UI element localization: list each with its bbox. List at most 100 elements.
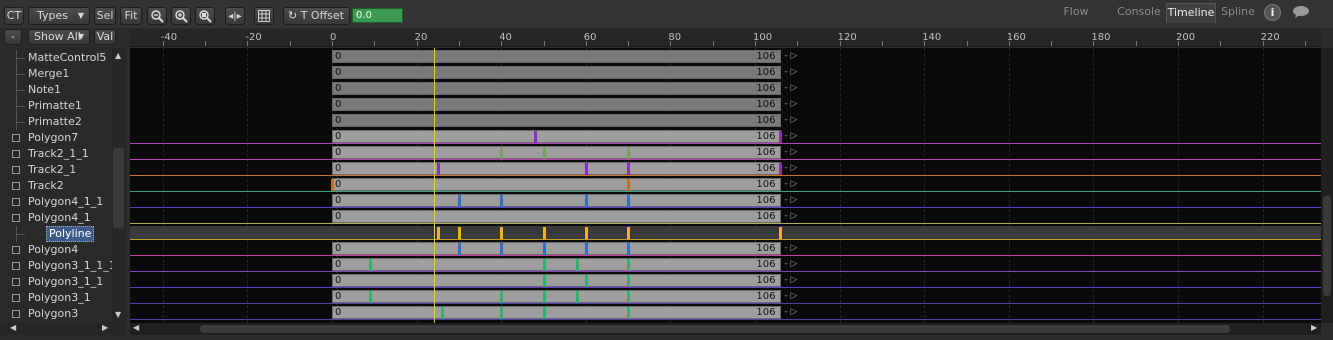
tree-item[interactable]: Polygon4_1 xyxy=(0,210,112,226)
keyframe[interactable] xyxy=(779,163,783,175)
time-bar[interactable] xyxy=(332,82,782,95)
keyframe[interactable] xyxy=(542,259,546,271)
keyframe[interactable] xyxy=(500,227,504,239)
keyframe[interactable] xyxy=(500,307,504,319)
keyframe[interactable] xyxy=(627,291,631,303)
tree-item[interactable]: Track2_1 xyxy=(0,162,112,178)
keyframe[interactable] xyxy=(584,275,588,287)
keyframe[interactable] xyxy=(534,131,538,143)
keyframe[interactable] xyxy=(369,291,373,303)
time-bar[interactable] xyxy=(332,98,782,111)
keyframe[interactable] xyxy=(779,227,783,239)
t-offset-input[interactable]: 0.0 xyxy=(352,8,403,23)
zoom-in-button[interactable] xyxy=(171,7,191,25)
extend-arrow-icon[interactable]: - ▷ xyxy=(784,66,797,79)
extend-arrow-icon[interactable]: - ▷ xyxy=(784,258,797,271)
time-bar[interactable] xyxy=(332,290,782,303)
sel-button[interactable]: Sel xyxy=(94,7,116,25)
timeline-area[interactable]: 0 106- ▷ 0 106- ▷ 0 106- ▷ 0 106- ▷ 0 106- ▷ 0 106-… xyxy=(130,48,1321,323)
keyframe[interactable] xyxy=(627,227,631,239)
timeline-hscroll-thumb[interactable] xyxy=(200,325,1230,333)
tab-console[interactable]: Console xyxy=(1113,3,1165,23)
expand-box-icon[interactable] xyxy=(12,310,20,318)
keyframe[interactable] xyxy=(627,307,631,319)
time-bar[interactable] xyxy=(332,66,782,79)
expand-box-icon[interactable] xyxy=(12,182,20,190)
scroll-right-icon[interactable]: ▶ xyxy=(102,323,108,332)
keyframe[interactable] xyxy=(627,195,631,207)
extend-arrow-icon[interactable]: - ▷ xyxy=(784,290,797,303)
scroll-left-icon[interactable]: ◀ xyxy=(10,323,16,332)
tree-item[interactable]: Track2_1_1 xyxy=(0,146,112,162)
tree-item[interactable]: Primatte1 xyxy=(0,98,112,114)
tree-item[interactable]: Polygon4_1_1 xyxy=(0,194,112,210)
tree-hscrollbar[interactable]: ◀ ▶ xyxy=(0,323,126,335)
extend-arrow-icon[interactable]: - ▷ xyxy=(784,98,797,111)
fit-button[interactable]: Fit xyxy=(120,7,142,25)
tree-scroll-thumb[interactable] xyxy=(113,148,124,228)
tree-item[interactable]: Polygon7 xyxy=(0,130,112,146)
extend-arrow-icon[interactable]: - ▷ xyxy=(784,210,797,223)
keyframe[interactable] xyxy=(584,163,588,175)
expand-box-icon[interactable] xyxy=(12,150,20,158)
tab-spline[interactable]: Spline xyxy=(1219,3,1257,23)
types-dropdown[interactable]: Types ▼ xyxy=(28,7,90,25)
keyframe[interactable] xyxy=(500,147,504,159)
ct-button[interactable]: CT xyxy=(4,7,24,25)
time-bar[interactable] xyxy=(332,274,782,287)
timeline-vscrollbar[interactable] xyxy=(1321,48,1333,323)
extend-arrow-icon[interactable]: - ▷ xyxy=(784,50,797,63)
keyframe[interactable] xyxy=(627,179,631,191)
timeline-vscroll-thumb[interactable] xyxy=(1323,196,1331,296)
keyframe[interactable] xyxy=(500,243,504,255)
keyframe[interactable] xyxy=(542,227,546,239)
keyframe[interactable] xyxy=(542,147,546,159)
tree-item[interactable]: Track2 xyxy=(0,178,112,194)
expand-box-icon[interactable] xyxy=(12,262,20,270)
tree-item[interactable]: Polygon3_1_1_1 xyxy=(0,258,116,274)
show-all-dropdown[interactable]: Show All ▼ xyxy=(28,29,90,45)
time-bar[interactable] xyxy=(332,162,782,175)
time-bar[interactable] xyxy=(332,306,782,319)
keyframe[interactable] xyxy=(457,195,461,207)
time-bar[interactable] xyxy=(332,194,782,207)
time-bar[interactable] xyxy=(332,258,782,271)
keyframe[interactable] xyxy=(457,243,461,255)
keyframe[interactable] xyxy=(584,243,588,255)
keyframe[interactable] xyxy=(436,163,440,175)
keyframe[interactable] xyxy=(584,227,588,239)
tab-timeline[interactable]: Timeline xyxy=(1166,3,1216,23)
scroll-left-icon[interactable]: ◀ xyxy=(133,323,139,332)
extend-arrow-icon[interactable]: - ▷ xyxy=(784,194,797,207)
keyframe[interactable] xyxy=(627,259,631,271)
snap-button[interactable]: ◂|▸ xyxy=(225,7,245,25)
timeline-hscrollbar[interactable]: ◀ ▶ xyxy=(130,323,1321,335)
keyframe[interactable] xyxy=(779,131,783,143)
extend-arrow-icon[interactable]: - ▷ xyxy=(784,114,797,127)
info-icon[interactable]: i xyxy=(1264,4,1281,21)
extend-arrow-icon[interactable]: - ▷ xyxy=(784,130,797,143)
tab-flow[interactable]: Flow xyxy=(1056,3,1096,23)
extend-arrow-icon[interactable]: - ▷ xyxy=(784,306,797,319)
keyframe[interactable] xyxy=(627,243,631,255)
extend-arrow-icon[interactable]: - ▷ xyxy=(784,146,797,159)
comment-icon[interactable] xyxy=(1292,5,1310,19)
current-time-marker[interactable] xyxy=(433,48,435,323)
keyframe[interactable] xyxy=(457,227,461,239)
tree-item[interactable]: Merge1 xyxy=(0,66,112,82)
expand-box-icon[interactable] xyxy=(12,246,20,254)
keyframe[interactable] xyxy=(369,259,373,271)
time-bar[interactable] xyxy=(332,178,782,191)
keyframe[interactable] xyxy=(500,195,504,207)
expand-box-icon[interactable] xyxy=(12,134,20,142)
extend-arrow-icon[interactable]: - ▷ xyxy=(784,82,797,95)
expand-box-icon[interactable] xyxy=(12,198,20,206)
zoom-fit-button[interactable] xyxy=(195,7,215,25)
tree-item[interactable]: Note1 xyxy=(0,82,112,98)
keyframe[interactable] xyxy=(436,227,440,239)
keyframe[interactable] xyxy=(542,275,546,287)
tree-item[interactable]: Polygon3_1 xyxy=(0,290,112,306)
time-bar[interactable] xyxy=(332,210,782,223)
spreadsheet-button[interactable] xyxy=(254,7,274,25)
time-bar[interactable] xyxy=(332,114,782,127)
